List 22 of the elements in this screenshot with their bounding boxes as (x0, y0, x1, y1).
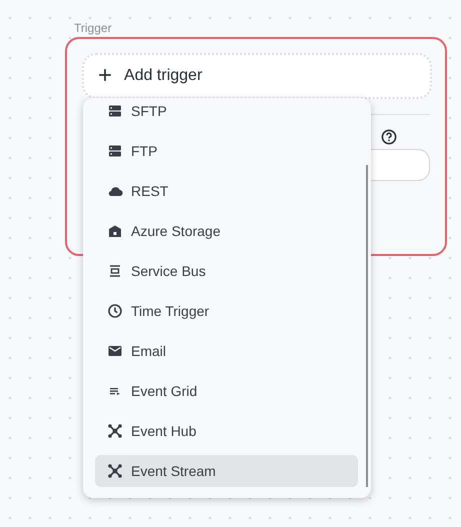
menu-item[interactable]: Service Bus (95, 255, 358, 287)
hub-icon (107, 423, 123, 439)
section-label: Trigger (74, 20, 113, 36)
scrollbar[interactable] (366, 165, 368, 487)
add-trigger-button[interactable]: + Add trigger (82, 53, 432, 99)
mail-icon (107, 343, 123, 359)
menu-item[interactable]: SFTP (95, 98, 358, 127)
menu-item[interactable]: Event Stream (95, 455, 358, 487)
menu-item[interactable]: Email (95, 335, 358, 367)
hub-icon (107, 463, 123, 479)
menu-item[interactable]: Event Hub (95, 415, 358, 447)
help-icon[interactable] (381, 129, 397, 145)
menu-item[interactable]: Azure Storage (95, 215, 358, 247)
menu-item[interactable]: REST (95, 175, 358, 207)
server-icon (107, 103, 123, 119)
clock-icon (107, 303, 123, 319)
queue-icon (107, 263, 123, 279)
menu-item[interactable]: FTP (95, 135, 358, 167)
building-icon (107, 223, 123, 239)
menu-item[interactable]: Event Grid (95, 375, 358, 407)
menu-item[interactable]: Time Trigger (95, 295, 358, 327)
server-icon (107, 143, 123, 159)
